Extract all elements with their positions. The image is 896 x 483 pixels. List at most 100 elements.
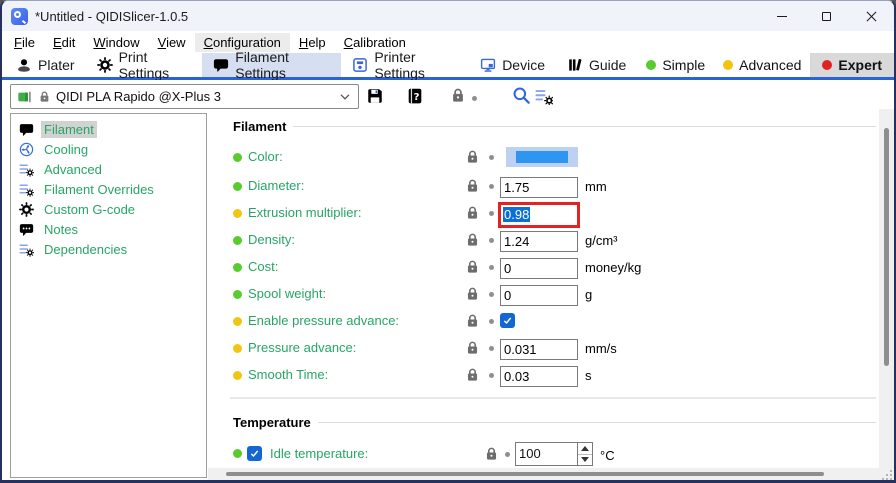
cost-input[interactable]: 0 xyxy=(500,258,578,279)
close-button[interactable] xyxy=(849,1,894,31)
sidebar-item-filament-overrides[interactable]: Filament Overrides xyxy=(11,179,206,199)
preset-combobox[interactable]: QIDI PLA Rapido @X-Plus 3 xyxy=(10,84,359,109)
lock-icon[interactable] xyxy=(466,232,479,247)
option-row-idle-temperature: Idle temperature: 100 °C xyxy=(233,442,693,468)
maximize-button[interactable] xyxy=(804,1,849,31)
sidebar-item-label: Dependencies xyxy=(41,241,130,258)
section-divider-line xyxy=(318,422,876,423)
tab-print-settings[interactable]: Print Settings xyxy=(86,53,203,77)
menu-file[interactable]: File xyxy=(5,33,44,52)
minimize-button[interactable] xyxy=(759,1,804,31)
option-label: Cost: xyxy=(248,259,278,274)
smooth-time-input[interactable]: 0.03 xyxy=(500,366,578,387)
spinner-control xyxy=(577,443,592,465)
save-icon[interactable] xyxy=(366,87,384,105)
sidebar-item-cooling[interactable]: Cooling xyxy=(11,139,206,159)
maximize-icon xyxy=(822,12,831,21)
lock-icon[interactable] xyxy=(485,446,498,461)
search-icon[interactable] xyxy=(512,86,531,105)
lock-icon[interactable] xyxy=(451,87,465,103)
selected-input-value: 0.98 xyxy=(503,207,530,222)
bullet-dot xyxy=(505,452,510,457)
window-controls xyxy=(759,1,894,31)
system-value-dot xyxy=(233,290,242,299)
preset-toolbar: QIDI PLA Rapido @X-Plus 3 xyxy=(2,80,894,113)
diameter-input[interactable]: 1.75 xyxy=(500,177,578,198)
device-icon xyxy=(480,57,496,73)
tab-label: Guide xyxy=(589,57,626,73)
sidebar-item-dependencies[interactable]: Dependencies xyxy=(11,239,206,259)
resize-grip[interactable] xyxy=(882,470,884,472)
idle-temperature-input[interactable]: 100 xyxy=(515,442,593,466)
mode-label: Expert xyxy=(838,57,882,73)
bullet-dot xyxy=(489,265,494,270)
menu-edit[interactable]: Edit xyxy=(44,33,84,52)
sidebar-item-custom-gcode[interactable]: Custom G-code xyxy=(11,199,206,219)
sidebar-item-notes[interactable]: Notes xyxy=(11,219,206,239)
bullet-dot xyxy=(489,373,494,378)
enable-pressure-advance-checkbox[interactable] xyxy=(500,313,515,328)
spinner-down-button[interactable] xyxy=(578,455,592,466)
tab-device[interactable]: Device xyxy=(469,53,556,77)
input-value: 100 xyxy=(519,446,541,461)
option-row-density: Density: 1.24 g/cm³ xyxy=(233,230,693,256)
system-value-dot xyxy=(233,449,242,458)
sidebar-item-advanced[interactable]: Advanced xyxy=(11,159,206,179)
filament-icon xyxy=(213,57,229,73)
spinner-up-button[interactable] xyxy=(578,443,592,455)
guide-icon xyxy=(567,57,583,73)
bullet-dot xyxy=(489,292,494,297)
lock-icon[interactable] xyxy=(466,149,479,164)
density-input[interactable]: 1.24 xyxy=(500,231,578,252)
option-row-extrusion-multiplier: Extrusion multiplier: 0.98 xyxy=(233,203,693,229)
option-label: Color: xyxy=(248,149,283,164)
option-label: Idle temperature: xyxy=(270,446,368,461)
mode-simple[interactable]: Simple xyxy=(637,53,714,77)
lock-icon[interactable] xyxy=(466,259,479,274)
mode-expert[interactable]: Expert xyxy=(810,53,894,77)
option-label: Extrusion multiplier: xyxy=(248,205,361,220)
notes-icon xyxy=(19,222,34,237)
section-header-temperature: Temperature xyxy=(233,415,876,430)
tab-label: Print Settings xyxy=(119,49,192,81)
close-icon xyxy=(866,11,877,22)
app-logo-icon xyxy=(11,8,28,25)
vertical-scrollbar-track[interactable] xyxy=(879,109,894,468)
bullet-dot xyxy=(489,211,494,216)
option-row-color: Color: xyxy=(233,147,693,173)
bullet-dot xyxy=(472,96,477,101)
spool-weight-input[interactable]: 0 xyxy=(500,285,578,306)
help-icon[interactable] xyxy=(406,87,424,105)
section-divider-line xyxy=(293,126,876,127)
tab-printer-settings[interactable]: Printer Settings xyxy=(341,53,469,77)
mode-advanced[interactable]: Advanced xyxy=(714,53,810,77)
bullet-dot xyxy=(489,184,494,189)
search-settings-icon[interactable] xyxy=(535,87,553,105)
lock-icon[interactable] xyxy=(466,340,479,355)
idle-temperature-checkbox[interactable] xyxy=(247,446,262,461)
lock-icon[interactable] xyxy=(466,286,479,301)
main-tab-bar: Plater Print Settings Filament Settings … xyxy=(2,53,894,80)
color-swatch-button[interactable] xyxy=(506,147,578,167)
tab-guide[interactable]: Guide xyxy=(556,53,637,77)
lock-icon[interactable] xyxy=(466,313,479,328)
pressure-advance-input[interactable]: 0.031 xyxy=(500,339,578,360)
lock-icon[interactable] xyxy=(466,367,479,382)
unit-label: mm/s xyxy=(585,341,617,356)
lock-icon[interactable] xyxy=(466,178,479,193)
extrusion-multiplier-input[interactable]: 0.98 xyxy=(498,202,580,228)
lock-icon[interactable] xyxy=(466,205,479,220)
tab-filament-settings[interactable]: Filament Settings xyxy=(202,53,341,77)
option-row-pressure-advance: Pressure advance: 0.031 mm/s xyxy=(233,338,693,364)
filament-icon xyxy=(19,122,34,137)
horizontal-scrollbar-thumb[interactable] xyxy=(226,472,824,476)
horizontal-scrollbar-track[interactable] xyxy=(208,468,896,481)
sidebar-item-filament[interactable]: Filament xyxy=(11,119,206,139)
list-gear-icon xyxy=(19,162,34,177)
fan-icon xyxy=(19,142,34,157)
vertical-scrollbar-thumb[interactable] xyxy=(884,128,889,366)
red-dot-icon xyxy=(822,60,832,70)
option-label: Density: xyxy=(248,232,295,247)
modified-value-dot xyxy=(233,317,242,326)
tab-plater[interactable]: Plater xyxy=(5,53,86,77)
